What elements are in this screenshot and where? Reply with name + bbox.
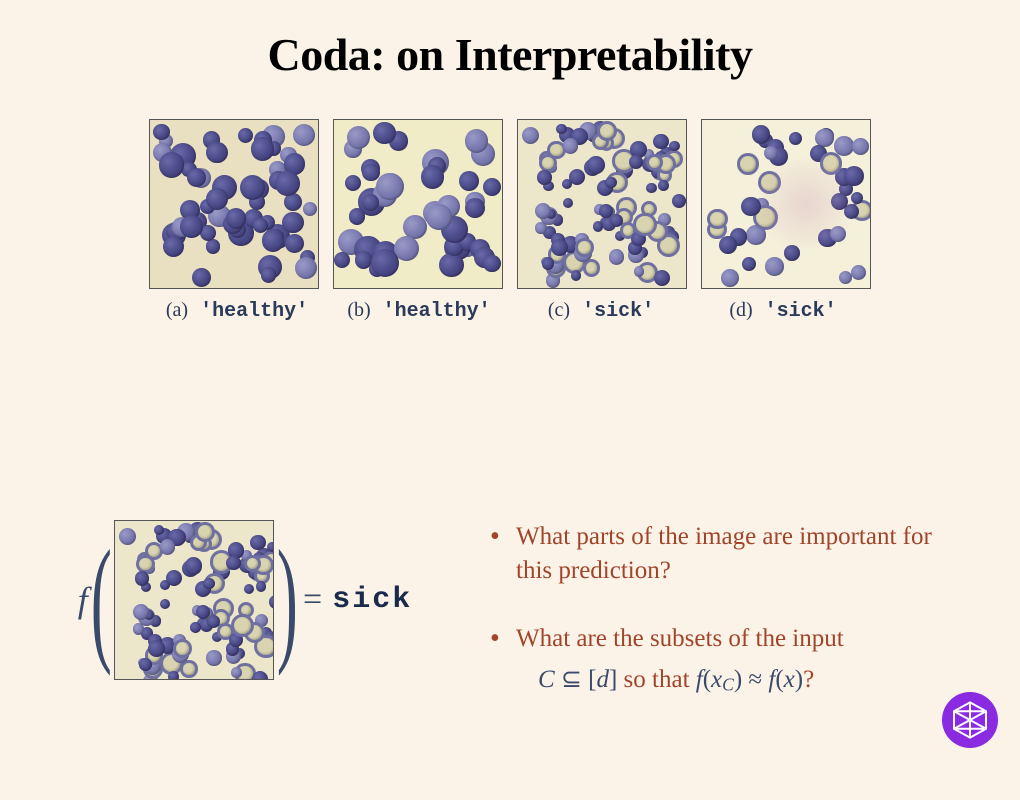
panel-d-caption: (d) 'sick' <box>699 299 867 323</box>
slide-title: Coda: on Interpretability <box>0 28 1020 81</box>
bullet-1: What parts of the image are important fo… <box>490 520 940 588</box>
panel-a-value: 'healthy' <box>200 300 308 323</box>
panel-a-image <box>149 119 319 289</box>
brand-logo-icon <box>942 692 998 748</box>
panel-d-value: 'sick' <box>765 300 837 323</box>
panel-b-value: 'healthy' <box>383 300 491 323</box>
slide: Coda: on Interpretability (a) 'healthy' … <box>0 0 1020 800</box>
image-row <box>85 119 935 289</box>
panel-d-label: (d) <box>729 299 752 321</box>
bullet-2: What are the subsets of the input C ⊆ [d… <box>490 622 940 698</box>
caption-row: (a) 'healthy' (b) 'healthy' (c) 'sick' (… <box>85 299 935 323</box>
formula-result: sick <box>332 583 412 617</box>
bullet-1-text: What parts of the image are important fo… <box>516 523 932 584</box>
formula-fn: f <box>78 579 88 621</box>
bullet-2-text: What are the subsets of the input <box>516 625 844 652</box>
panel-c-image <box>517 119 687 289</box>
paren-open-icon: ( <box>91 551 112 649</box>
image-strip: (a) 'healthy' (b) 'healthy' (c) 'sick' (… <box>85 119 935 323</box>
paren-close-icon: ) <box>277 551 298 649</box>
lower-section: f ( ) = sick What parts of the image are… <box>0 520 1020 731</box>
formula-image <box>114 520 274 680</box>
panel-c-caption: (c) 'sick' <box>517 299 685 323</box>
panel-b-image <box>333 119 503 289</box>
equals-icon: = <box>303 581 322 619</box>
bullet-2-math: C ⊆ [d] so that f(xC) ≈ f(x)? <box>516 663 940 697</box>
panel-b-label: (b) <box>347 299 370 321</box>
panel-c-value: 'sick' <box>582 300 654 323</box>
panel-d-image <box>701 119 871 289</box>
panel-b-caption: (b) 'healthy' <box>335 299 503 323</box>
panel-a-label: (a) <box>166 299 188 321</box>
formula-block: f ( ) = sick <box>0 520 490 680</box>
panel-c-label: (c) <box>548 299 570 321</box>
panel-a-caption: (a) 'healthy' <box>153 299 321 323</box>
bullet-list: What parts of the image are important fo… <box>490 520 980 731</box>
